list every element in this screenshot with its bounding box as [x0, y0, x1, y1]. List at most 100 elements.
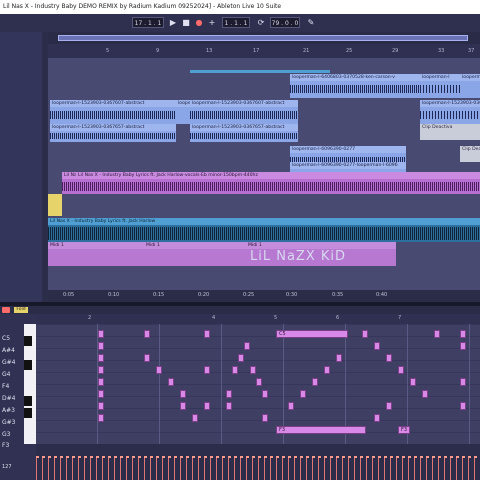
play-icon: ▶ [169, 18, 177, 27]
audio-clip[interactable]: looperman-l-1523903-0367607-abstract [50, 100, 176, 124]
audio-clip[interactable]: looperman-l-6406803-0370528-ken-carson-v [290, 74, 420, 98]
midi-note[interactable] [98, 366, 104, 374]
midi-note[interactable]: C5 [276, 330, 348, 338]
audio-clip[interactable]: loope [176, 100, 190, 124]
record-button[interactable]: ● [194, 18, 204, 28]
midi-note[interactable] [336, 354, 342, 362]
midi-note[interactable] [362, 330, 368, 338]
song-position-field[interactable]: 17 . 1 . 1 [132, 17, 164, 28]
play-button[interactable]: ▶ [168, 18, 178, 28]
waveform [50, 111, 176, 119]
midi-clip[interactable]: Midi 1 [144, 242, 246, 266]
midi-note[interactable] [460, 378, 466, 386]
audio-clip[interactable]: looperman-l [420, 74, 460, 98]
midi-note[interactable] [204, 366, 210, 374]
audio-clip[interactable]: looperman-l-1523903-0367657-abstract [50, 124, 176, 142]
midi-note[interactable] [244, 342, 250, 350]
midi-note[interactable] [386, 354, 392, 362]
midi-note[interactable] [98, 414, 104, 422]
time-label: 0:10 [108, 292, 120, 298]
piano-keys[interactable] [24, 324, 36, 444]
piano-roll-ruler[interactable]: 2 4 5 6 7 [36, 314, 480, 324]
midi-note[interactable] [374, 342, 380, 350]
time-ruler[interactable]: 0:05 0:10 0:15 0:20 0:25 0:30 0:35 0:40 [48, 290, 480, 302]
piano-roll-grid[interactable]: C5 F3 F3 [36, 324, 480, 444]
midi-note[interactable] [422, 390, 428, 398]
midi-note[interactable] [324, 366, 330, 374]
black-key[interactable] [24, 360, 32, 370]
waveform [62, 182, 480, 191]
midi-note[interactable] [232, 366, 238, 374]
midi-note[interactable] [226, 402, 232, 410]
loop-brace[interactable] [190, 70, 330, 73]
loop-button[interactable]: ⟳ [256, 18, 266, 28]
arrangement-view[interactable]: looperman-l-6406803-0370528-ken-carson-v… [48, 58, 480, 290]
midi-note[interactable] [460, 342, 466, 350]
overview-window[interactable] [58, 35, 468, 41]
draw-mode-button[interactable]: ✎ [306, 18, 316, 28]
midi-note[interactable] [238, 354, 244, 362]
overdub-icon: + [208, 18, 216, 27]
midi-note[interactable] [180, 402, 186, 410]
midi-note[interactable] [156, 366, 162, 374]
midi-note[interactable] [410, 378, 416, 386]
midi-note[interactable] [180, 390, 186, 398]
clip-active-icon[interactable] [2, 307, 10, 313]
note-label: C5 [2, 335, 11, 342]
velocity-lane[interactable] [36, 444, 480, 480]
midi-note[interactable] [262, 390, 268, 398]
midi-note[interactable] [168, 378, 174, 386]
midi-note[interactable] [204, 330, 210, 338]
loop-start-field[interactable]: 1 . 1 . 1 [222, 17, 250, 28]
audio-clip[interactable]: looperman-l-6096390-0277-looperman-l-609… [290, 162, 406, 172]
fold-button[interactable]: Fold [14, 307, 28, 313]
midi-note[interactable] [98, 330, 104, 338]
black-key[interactable] [24, 408, 32, 418]
audio-clip[interactable]: looperman-l-1523903-0367657-abstract [460, 74, 480, 98]
midi-note[interactable] [144, 354, 150, 362]
stop-button[interactable]: ■ [181, 18, 191, 28]
arrangement-overview[interactable] [48, 32, 480, 44]
midi-clip[interactable]: Midi 1 [48, 242, 144, 266]
midi-clip[interactable]: Midi 1 LiL NaZX KiD [246, 242, 396, 266]
vocal-clip[interactable]: Lil Nas X Lil Nas X - Industry Baby Lyri… [62, 172, 480, 194]
midi-note[interactable] [98, 342, 104, 350]
deactivated-clip[interactable]: Clip Deactiva [460, 146, 480, 162]
black-key[interactable] [24, 396, 32, 406]
deactivated-clip[interactable]: Clip Deactiva [420, 124, 480, 140]
midi-note[interactable] [312, 378, 318, 386]
midi-note[interactable] [398, 366, 404, 374]
audio-clip[interactable]: looperman-l-1523903-0367607-abstract [190, 100, 298, 124]
midi-note[interactable] [144, 330, 150, 338]
midi-note[interactable] [98, 354, 104, 362]
loop-length-field[interactable]: 79 . 0 . 0 [270, 17, 300, 28]
waveform [190, 133, 298, 139]
overdub-button[interactable]: + [207, 18, 217, 28]
midi-note[interactable] [460, 330, 466, 338]
audio-clip[interactable]: looperman-l-1523903-036 [420, 100, 480, 124]
midi-note[interactable] [98, 390, 104, 398]
midi-note[interactable] [256, 378, 262, 386]
midi-note[interactable] [460, 402, 466, 410]
midi-note[interactable] [434, 330, 440, 338]
midi-note[interactable] [288, 402, 294, 410]
midi-note[interactable] [374, 414, 380, 422]
note-label: G3 [2, 431, 11, 438]
midi-note[interactable] [386, 402, 392, 410]
beat-ruler[interactable]: 5 9 13 17 21 25 29 33 37 [48, 44, 480, 58]
black-key[interactable] [24, 336, 32, 346]
midi-note[interactable] [204, 402, 210, 410]
midi-note[interactable]: F3 [276, 426, 366, 434]
midi-note[interactable] [300, 390, 306, 398]
ruler-bar: 21 [303, 48, 310, 54]
midi-note[interactable]: F3 [398, 426, 410, 434]
midi-note[interactable] [98, 402, 104, 410]
midi-note[interactable] [226, 390, 232, 398]
full-track-clip[interactable]: Lil Nas X - Industry Baby Lyrics ft. Jac… [48, 218, 480, 242]
audio-clip[interactable] [48, 194, 62, 216]
midi-note[interactable] [262, 414, 268, 422]
midi-note[interactable] [250, 366, 256, 374]
midi-note[interactable] [192, 414, 198, 422]
audio-clip[interactable]: looperman-l-1523903-0367657-abstract [190, 124, 298, 142]
midi-note[interactable] [98, 378, 104, 386]
